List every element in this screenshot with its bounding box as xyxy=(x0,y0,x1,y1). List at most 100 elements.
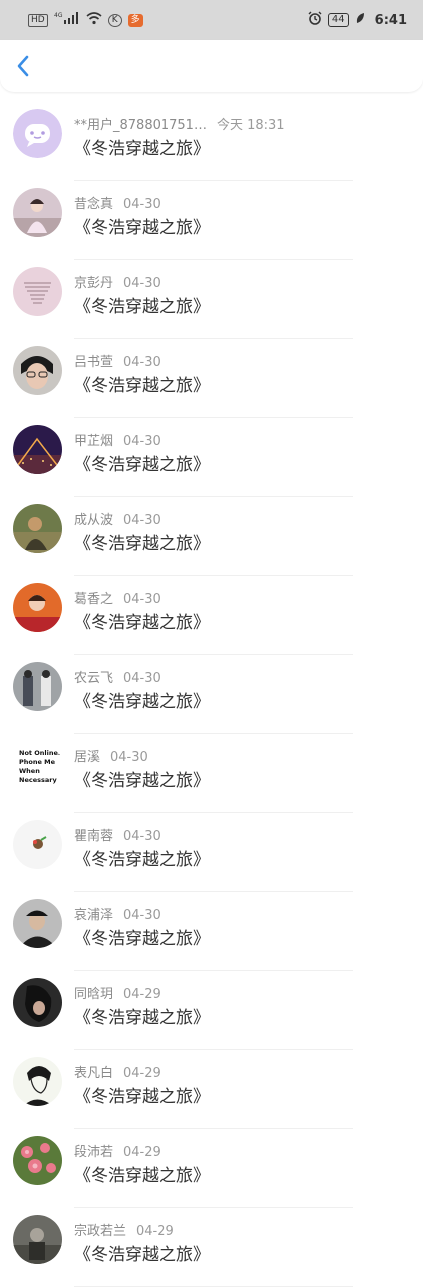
avatar[interactable] xyxy=(13,109,62,158)
book-title[interactable]: 《冬浩穿越之旅》 xyxy=(74,292,210,317)
list-item[interactable]: 京彭丹 04-30 《冬浩穿越之旅》 xyxy=(0,260,423,339)
item-meta: 同晗玥 04-29 xyxy=(74,983,161,1002)
username[interactable]: 甲芷烟 xyxy=(74,434,113,449)
username[interactable]: 瞿南蓉 xyxy=(74,829,113,844)
username[interactable]: 宗政若兰 xyxy=(74,1224,126,1239)
list-item[interactable]: 农云飞 04-30 《冬浩穿越之旅》 xyxy=(0,655,423,734)
username[interactable]: 昔念真 xyxy=(74,197,113,212)
book-title[interactable]: 《冬浩穿越之旅》 xyxy=(74,687,210,712)
book-title[interactable]: 《冬浩穿越之旅》 xyxy=(74,450,210,475)
item-meta: 居溪 04-30 xyxy=(74,746,148,765)
list-item[interactable]: 表凡白 04-29 《冬浩穿越之旅》 xyxy=(0,1050,423,1129)
avatar[interactable] xyxy=(13,662,62,711)
username[interactable]: 葛香之 xyxy=(74,592,113,607)
username[interactable]: 段沛若 xyxy=(74,1145,113,1160)
book-title[interactable]: 《冬浩穿越之旅》 xyxy=(74,213,210,238)
book-title[interactable]: 《冬浩穿越之旅》 xyxy=(74,608,210,633)
username[interactable]: 成从波 xyxy=(74,513,113,528)
username[interactable]: 农云飞 xyxy=(74,671,113,686)
avatar[interactable] xyxy=(13,820,62,869)
list-item[interactable]: **用户_878801751… 今天 18:31 《冬浩穿越之旅》 xyxy=(0,102,423,181)
timestamp: 04-30 xyxy=(123,829,161,844)
item-meta: 瞿南蓉 04-30 xyxy=(74,825,161,844)
avatar[interactable] xyxy=(13,1136,62,1185)
username[interactable]: 同晗玥 xyxy=(74,987,113,1002)
list-item[interactable]: 同晗玥 04-29 《冬浩穿越之旅》 xyxy=(0,971,423,1050)
username[interactable]: 居溪 xyxy=(74,750,100,765)
username[interactable]: 吕书萱 xyxy=(74,355,113,370)
leaf-icon xyxy=(355,12,365,28)
book-title[interactable]: 《冬浩穿越之旅》 xyxy=(74,1003,210,1028)
timestamp: 04-30 xyxy=(110,750,148,765)
status-right: 44 6:41 xyxy=(308,11,407,29)
alarm-icon xyxy=(308,11,322,29)
book-title[interactable]: 《冬浩穿越之旅》 xyxy=(74,766,210,791)
book-title[interactable]: 《冬浩穿越之旅》 xyxy=(74,1240,210,1265)
status-bar: HD 4G K 多 44 6:41 xyxy=(0,0,423,40)
book-title[interactable]: 《冬浩穿越之旅》 xyxy=(74,134,210,159)
item-meta: 昔念真 04-30 xyxy=(74,193,161,212)
item-meta: 甲芷烟 04-30 xyxy=(74,430,161,449)
list-item[interactable]: 成从波 04-30 《冬浩穿越之旅》 xyxy=(0,497,423,576)
timestamp: 04-29 xyxy=(123,1066,161,1081)
list-item[interactable]: Not Online. Phone Me When Necessary. 居溪 04-30… xyxy=(0,734,423,813)
username[interactable]: 哀浦泽 xyxy=(74,908,113,923)
item-meta: 段沛若 04-29 xyxy=(74,1141,161,1160)
app-notify-icon: 多 xyxy=(127,13,143,27)
signal-icon: 4G xyxy=(54,11,80,29)
item-meta: 葛香之 04-30 xyxy=(74,588,161,607)
back-button[interactable] xyxy=(12,54,36,78)
list-item[interactable]: 段沛若 04-29 《冬浩穿越之旅》 xyxy=(0,1129,423,1208)
book-title[interactable]: 《冬浩穿越之旅》 xyxy=(74,529,210,554)
wifi-icon xyxy=(86,11,102,29)
list-item[interactable]: 甲芷烟 04-30 《冬浩穿越之旅》 xyxy=(0,418,423,497)
timestamp: 04-30 xyxy=(123,434,161,449)
username[interactable]: 表凡白 xyxy=(74,1066,113,1081)
item-meta: 吕书萱 04-30 xyxy=(74,351,161,370)
timestamp: 04-29 xyxy=(123,1145,161,1160)
avatar[interactable] xyxy=(13,1215,62,1264)
list-item[interactable]: 昔念真 04-30 《冬浩穿越之旅》 xyxy=(0,181,423,260)
avatar[interactable] xyxy=(13,188,62,237)
avatar[interactable] xyxy=(13,267,62,316)
avatar-text-line: Necessary. xyxy=(19,776,59,784)
list-item[interactable]: 葛香之 04-30 《冬浩穿越之旅》 xyxy=(0,576,423,655)
avatar[interactable] xyxy=(13,899,62,948)
username[interactable]: **用户_878801751… xyxy=(74,118,207,133)
book-title[interactable]: 《冬浩穿越之旅》 xyxy=(74,371,210,396)
avatar-text-line: When xyxy=(19,767,40,775)
book-title[interactable]: 《冬浩穿越之旅》 xyxy=(74,845,210,870)
svg-text:4G: 4G xyxy=(54,12,63,19)
comment-list: **用户_878801751… 今天 18:31 《冬浩穿越之旅》 昔念真 04-30 《… xyxy=(0,102,423,1287)
book-title[interactable]: 《冬浩穿越之旅》 xyxy=(74,924,210,949)
avatar[interactable] xyxy=(13,504,62,553)
item-meta: 表凡白 04-29 xyxy=(74,1062,161,1081)
list-item[interactable]: 瞿南蓉 04-30 《冬浩穿越之旅》 xyxy=(0,813,423,892)
hd-badge: HD xyxy=(28,13,48,27)
avatar[interactable] xyxy=(13,978,62,1027)
book-title[interactable]: 《冬浩穿越之旅》 xyxy=(74,1161,210,1186)
avatar-text-line: Phone Me xyxy=(19,758,56,766)
timestamp: 04-29 xyxy=(123,987,161,1002)
timestamp: 04-30 xyxy=(123,276,161,291)
timestamp: 04-30 xyxy=(123,355,161,370)
list-item[interactable]: 吕书萱 04-30 《冬浩穿越之旅》 xyxy=(0,339,423,418)
timestamp: 04-30 xyxy=(123,592,161,607)
username[interactable]: 京彭丹 xyxy=(74,276,113,291)
item-meta: 农云飞 04-30 xyxy=(74,667,161,686)
timestamp: 今天 18:31 xyxy=(216,118,285,133)
nav-bar xyxy=(0,40,423,92)
avatar[interactable] xyxy=(13,346,62,395)
app-k-icon: K xyxy=(107,13,122,27)
avatar[interactable] xyxy=(13,1057,62,1106)
avatar[interactable] xyxy=(13,583,62,632)
list-item[interactable]: 宗政若兰 04-29 《冬浩穿越之旅》 xyxy=(0,1208,423,1287)
timestamp: 04-30 xyxy=(123,908,161,923)
clock: 6:41 xyxy=(374,12,407,28)
timestamp: 04-30 xyxy=(123,197,161,212)
avatar[interactable] xyxy=(13,425,62,474)
avatar[interactable]: Not Online. Phone Me When Necessary. xyxy=(13,741,62,790)
list-item[interactable]: 哀浦泽 04-30 《冬浩穿越之旅》 xyxy=(0,892,423,971)
item-meta: 宗政若兰 04-29 xyxy=(74,1220,174,1239)
book-title[interactable]: 《冬浩穿越之旅》 xyxy=(74,1082,210,1107)
